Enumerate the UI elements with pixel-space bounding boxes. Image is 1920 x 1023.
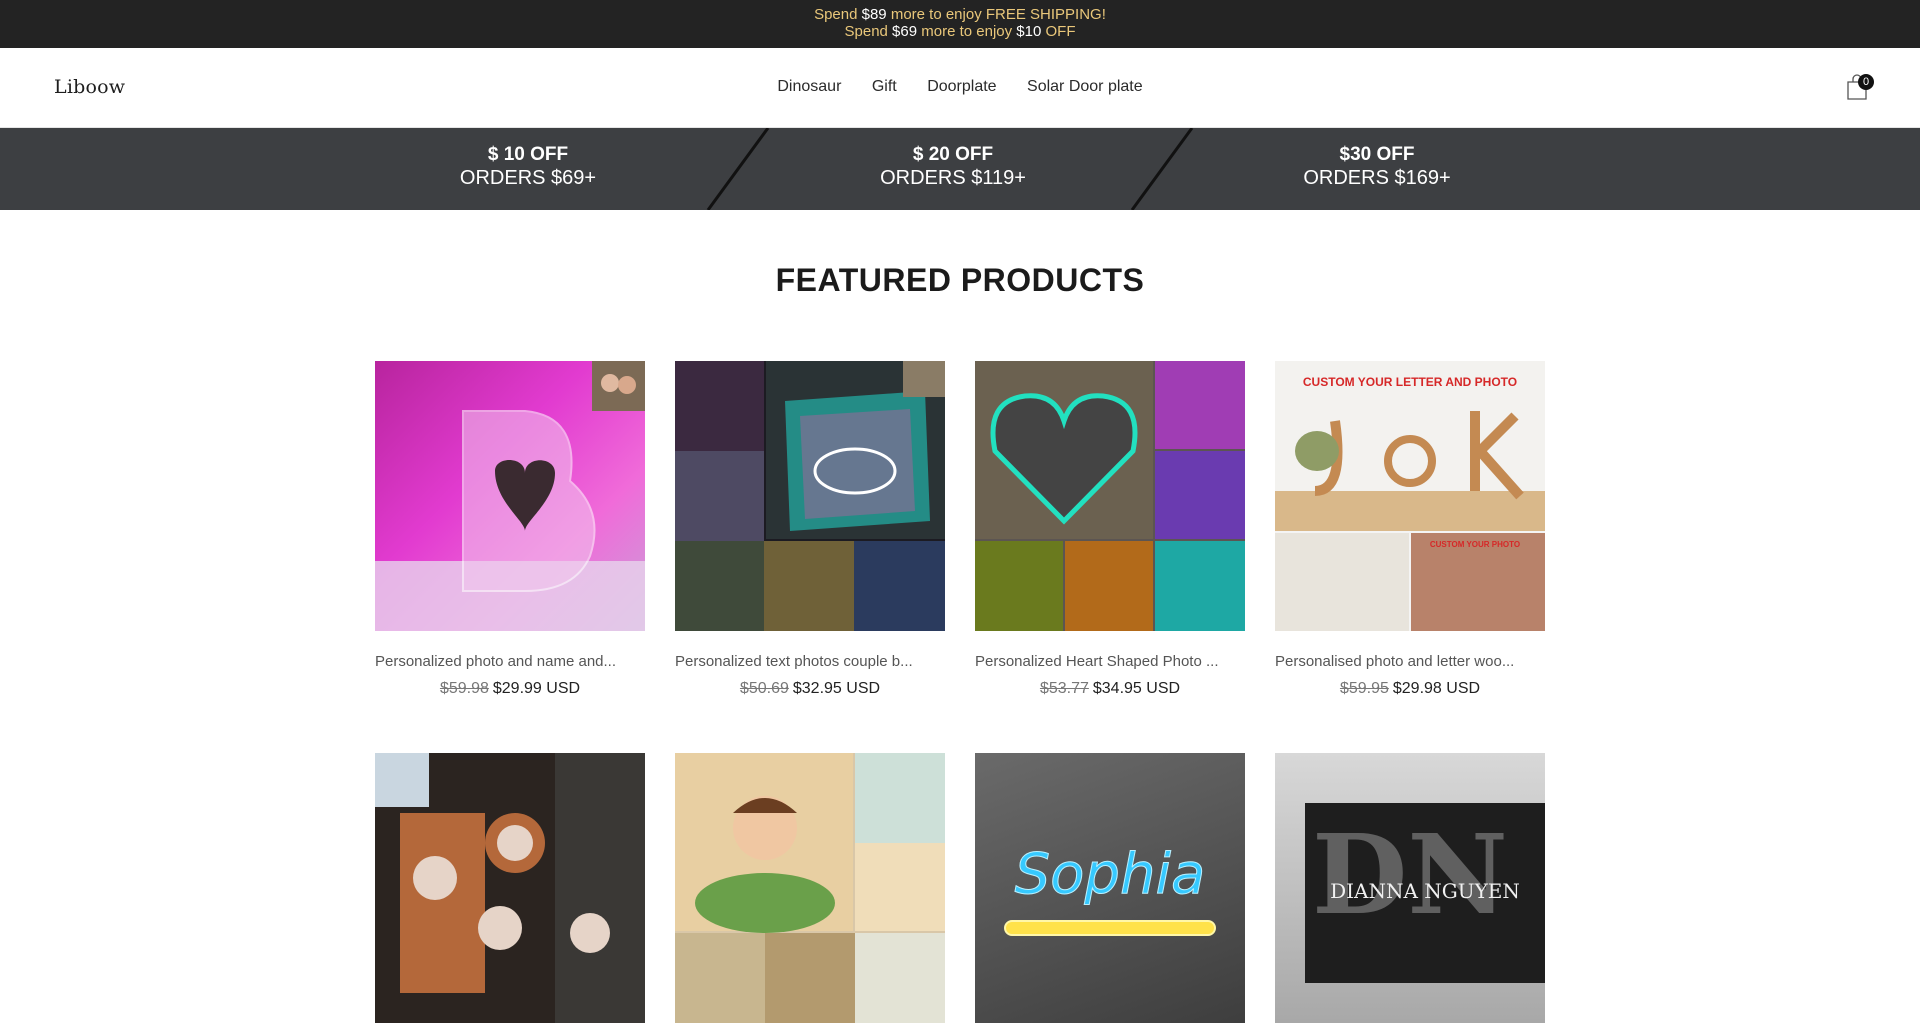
product-title[interactable]: Personalized text photos couple b...: [675, 653, 945, 670]
product-image[interactable]: [975, 361, 1245, 631]
wooden-heart-frame-illustration: [375, 753, 645, 1023]
promo-tier-1[interactable]: $ 10 OFF ORDERS $69+: [368, 144, 688, 190]
original-price: $59.98: [439, 680, 489, 697]
promo-tier-1-threshold: ORDERS $69+: [459, 167, 597, 189]
product-card[interactable]: [675, 753, 945, 1023]
sale-price: $29.99 USD: [492, 680, 581, 697]
svg-text:DN: DN: [1312, 810, 1508, 939]
neon-sign-text: Sophia: [1015, 842, 1206, 907]
dinosaur-figure-collage: [675, 753, 945, 1023]
sale-price: $32.95 USD: [792, 680, 881, 697]
nav-item-gift[interactable]: Gift: [872, 78, 897, 96]
nav-item-doorplate[interactable]: Doorplate: [927, 78, 996, 96]
promo-tier-3-discount: $30 OFF: [1339, 144, 1415, 165]
promo-tier-2-discount: $ 20 OFF: [912, 144, 994, 165]
promo-divider-1: [706, 128, 770, 210]
product-image[interactable]: Sophia: [975, 753, 1245, 1023]
original-price: $50.69: [739, 680, 789, 697]
product-card[interactable]: DN DIANNA NGUYEN: [1275, 753, 1545, 1023]
product-title[interactable]: Personalized photo and name and...: [375, 653, 645, 670]
nav-item-solar-door-plate[interactable]: Solar Door plate: [1027, 78, 1143, 96]
product-card[interactable]: Personalized photo and name and... $59.9…: [375, 361, 645, 698]
product-price: $50.69 $32.95 USD: [675, 680, 945, 698]
product-card[interactable]: Personalized text photos couple b... $50…: [675, 361, 945, 698]
product-card[interactable]: Sophia: [975, 753, 1245, 1023]
original-price: $59.95: [1339, 680, 1389, 697]
product-image[interactable]: CUSTOM YOUR LETTER AND PHOTO CUSTOM YOUR…: [1275, 361, 1545, 631]
acrylic-door-plate: DN DIANNA NGUYEN: [1305, 803, 1545, 983]
image-small-banner-text: CUSTOM YOUR PHOTO: [1430, 540, 1520, 549]
original-price: $53.77: [1039, 680, 1089, 697]
product-price: $53.77 $34.95 USD: [975, 680, 1245, 698]
heart-photo-lamp-collage: [975, 361, 1245, 631]
promo-tier-1-discount: $ 10 OFF: [487, 144, 569, 165]
plate-name-text: DIANNA NGUYEN: [1330, 879, 1520, 903]
image-banner-text: CUSTOM YOUR LETTER AND PHOTO: [1303, 375, 1517, 389]
product-image[interactable]: [375, 753, 645, 1023]
product-card[interactable]: [375, 753, 645, 1023]
promo-tier-3[interactable]: $30 OFF ORDERS $169+: [1217, 144, 1537, 190]
section-title: FEATURED PRODUCTS: [775, 262, 1145, 298]
product-price: $59.95 $29.98 USD: [1275, 680, 1545, 698]
product-image[interactable]: [375, 361, 645, 631]
main-nav: Dinosaur Gift Doorplate Solar Door plate: [0, 78, 1920, 96]
product-image[interactable]: [675, 361, 945, 631]
sale-price: $34.95 USD: [1092, 680, 1181, 697]
neon-name-sign: Sophia: [1004, 842, 1216, 936]
wooden-letter-collage: CUSTOM YOUR LETTER AND PHOTO CUSTOM YOUR…: [1275, 361, 1545, 631]
product-card[interactable]: CUSTOM YOUR LETTER AND PHOTO CUSTOM YOUR…: [1275, 361, 1545, 698]
promo-strip: $ 10 OFF ORDERS $69+ $ 20 OFF ORDERS $11…: [0, 128, 1920, 210]
promo-tier-2[interactable]: $ 20 OFF ORDERS $119+: [793, 144, 1113, 190]
cart-count-badge: 0: [1858, 74, 1874, 90]
announcement-line-discount: Spend $69 more to enjoy $10 OFF: [844, 23, 1076, 40]
promo-tier-2-threshold: ORDERS $119+: [880, 167, 1026, 189]
announcement-line-shipping: Spend $89 more to enjoy FREE SHIPPING!: [814, 6, 1106, 23]
product-price: $59.98 $29.99 USD: [375, 680, 645, 698]
letter-lamp-illustration: [375, 361, 645, 631]
product-image[interactable]: [675, 753, 945, 1023]
sale-price: $29.98 USD: [1392, 680, 1481, 697]
product-title[interactable]: Personalised photo and letter woo...: [1275, 653, 1545, 670]
site-header: Liboow Dinosaur Gift Doorplate Solar Doo…: [0, 48, 1920, 128]
promo-tier-3-threshold: ORDERS $169+: [1303, 167, 1451, 189]
product-card[interactable]: Personalized Heart Shaped Photo ... $53.…: [975, 361, 1245, 698]
announcement-bar: Spend $89 more to enjoy FREE SHIPPING! S…: [0, 0, 1920, 48]
promo-divider-2: [1130, 128, 1194, 210]
couple-lamp-collage: [675, 361, 945, 631]
product-image[interactable]: DN DIANNA NGUYEN: [1275, 753, 1545, 1023]
nav-item-dinosaur[interactable]: Dinosaur: [777, 78, 841, 96]
product-title[interactable]: Personalized Heart Shaped Photo ...: [975, 653, 1245, 670]
